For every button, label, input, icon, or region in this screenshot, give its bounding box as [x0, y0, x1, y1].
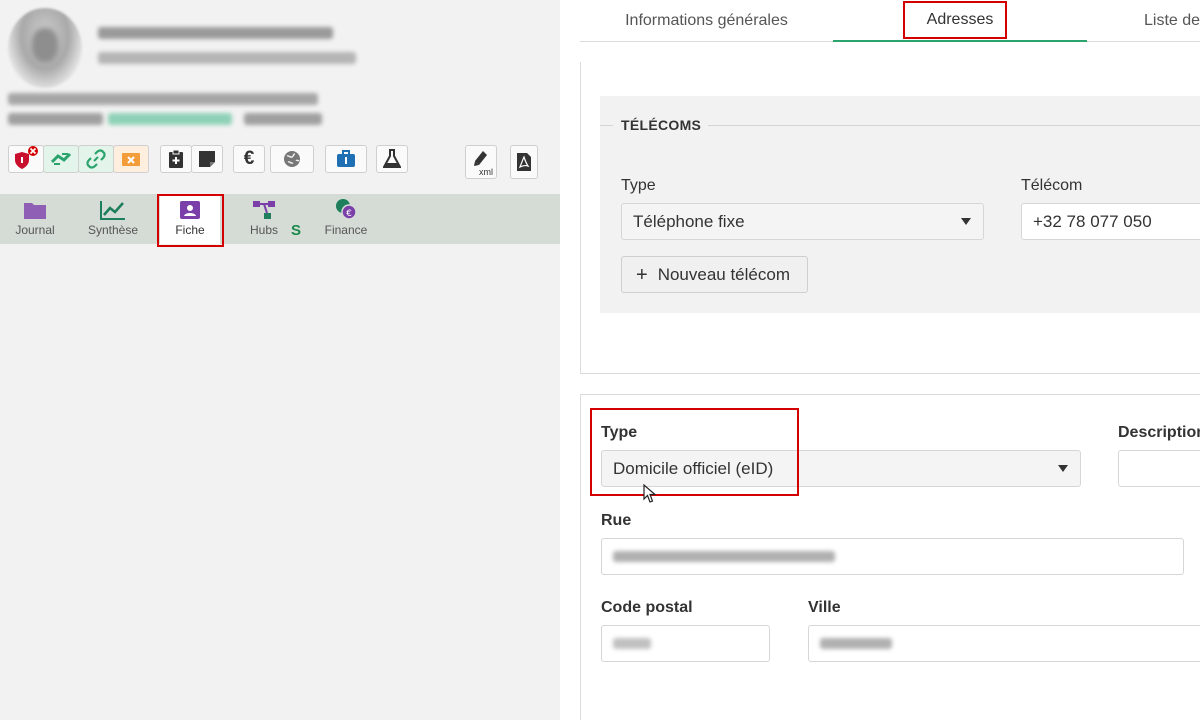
pdf-icon [517, 153, 531, 171]
briefcase-button[interactable] [325, 145, 367, 173]
transfer-icon [50, 152, 72, 165]
redacted-birth-info [98, 52, 356, 64]
city-input[interactable] [808, 625, 1200, 662]
postal-code-label: Code postal [601, 599, 693, 616]
city-label: Ville [808, 599, 841, 616]
redacted-mobile [244, 113, 322, 125]
telecom-type-label: Type [621, 177, 656, 194]
telecom-value-input[interactable]: +32 78 077 050 [1021, 203, 1200, 240]
hub-icon [253, 201, 275, 219]
telecom-type-select[interactable]: Téléphone fixe [621, 203, 984, 240]
redacted-postal-value [613, 638, 651, 649]
record-nav-bar: Journal Synthèse Fiche Hubs € Finance [0, 194, 560, 244]
note-button[interactable] [191, 145, 223, 173]
folder-icon [24, 203, 46, 219]
street-label: Rue [601, 512, 632, 529]
euro-icon: € [243, 148, 255, 169]
telecom-type-value: Téléphone fixe [633, 211, 745, 231]
link-button[interactable] [78, 145, 114, 173]
telecoms-rule-right [708, 125, 1200, 126]
telecoms-rule-left [600, 125, 613, 126]
euro-button[interactable]: € [233, 145, 265, 173]
highlight-address-type [590, 408, 799, 496]
nav-journal[interactable]: Journal [6, 194, 64, 244]
highlight-adresses-tab [903, 1, 1007, 39]
chevron-down-icon [1058, 465, 1068, 472]
new-telecom-button[interactable]: + Nouveau télécom [621, 256, 808, 293]
hubs-badge: S [291, 222, 302, 239]
email-blocked-button[interactable] [113, 145, 149, 173]
globe-button[interactable] [270, 145, 314, 173]
email-blocked-icon [122, 153, 140, 166]
transfer-button[interactable] [43, 145, 79, 173]
redacted-city-value [820, 638, 892, 649]
redacted-street-value [613, 551, 835, 562]
alert-button[interactable] [8, 145, 44, 173]
mouse-cursor-icon [643, 484, 657, 503]
export-pdf-button[interactable] [510, 145, 538, 179]
nav-finance[interactable]: € Finance [318, 194, 374, 244]
redacted-email-link[interactable] [108, 113, 232, 125]
shield-alert-icon [15, 146, 38, 169]
contact-summary-panel: € xml Journal Synthèse Fiche Hubs € Fina… [0, 0, 560, 720]
nav-finance-label: Finance [324, 223, 368, 237]
redacted-phone [8, 113, 103, 125]
chart-line-icon [100, 201, 125, 220]
description-input[interactable] [1118, 450, 1200, 487]
chevron-down-icon [961, 218, 971, 225]
link-icon [86, 149, 106, 169]
tab-liste[interactable]: Liste de [1087, 0, 1200, 42]
nav-synthese[interactable]: Synthèse [80, 194, 146, 244]
new-telecom-label: Nouveau télécom [657, 264, 790, 284]
telecoms-title: TÉLÉCOMS [621, 117, 702, 133]
nav-synthese-label: Synthèse [87, 223, 139, 237]
svg-text:€: € [346, 209, 352, 219]
clipboard-button[interactable] [160, 145, 192, 173]
postal-code-input[interactable] [601, 625, 770, 662]
highlight-fiche [157, 194, 224, 247]
street-input[interactable] [601, 538, 1184, 575]
briefcase-icon [337, 150, 355, 167]
export-xml-button[interactable]: xml [465, 145, 497, 179]
telecom-value-label: Télécom [1021, 177, 1083, 194]
record-tabs: Informations générales Adresses Liste de [580, 0, 1200, 42]
globe-icon [284, 151, 300, 167]
plus-icon: + [636, 263, 648, 286]
avatar [8, 8, 82, 88]
flask-icon [383, 149, 401, 168]
redacted-name [98, 27, 333, 39]
sticky-note-icon [199, 151, 215, 167]
description-label: Description [1118, 424, 1200, 441]
finance-icon: € [336, 199, 357, 220]
nav-journal-label: Journal [15, 223, 55, 237]
tab-informations-generales[interactable]: Informations générales [580, 0, 833, 42]
redacted-address [8, 93, 318, 105]
nav-hubs[interactable]: Hubs [236, 194, 292, 244]
lab-button[interactable] [376, 145, 408, 173]
clipboard-plus-icon [169, 149, 183, 168]
xml-label: xml [479, 167, 493, 177]
nav-hubs-label: Hubs [249, 223, 278, 237]
telecom-value-text: +32 78 077 050 [1033, 211, 1152, 231]
